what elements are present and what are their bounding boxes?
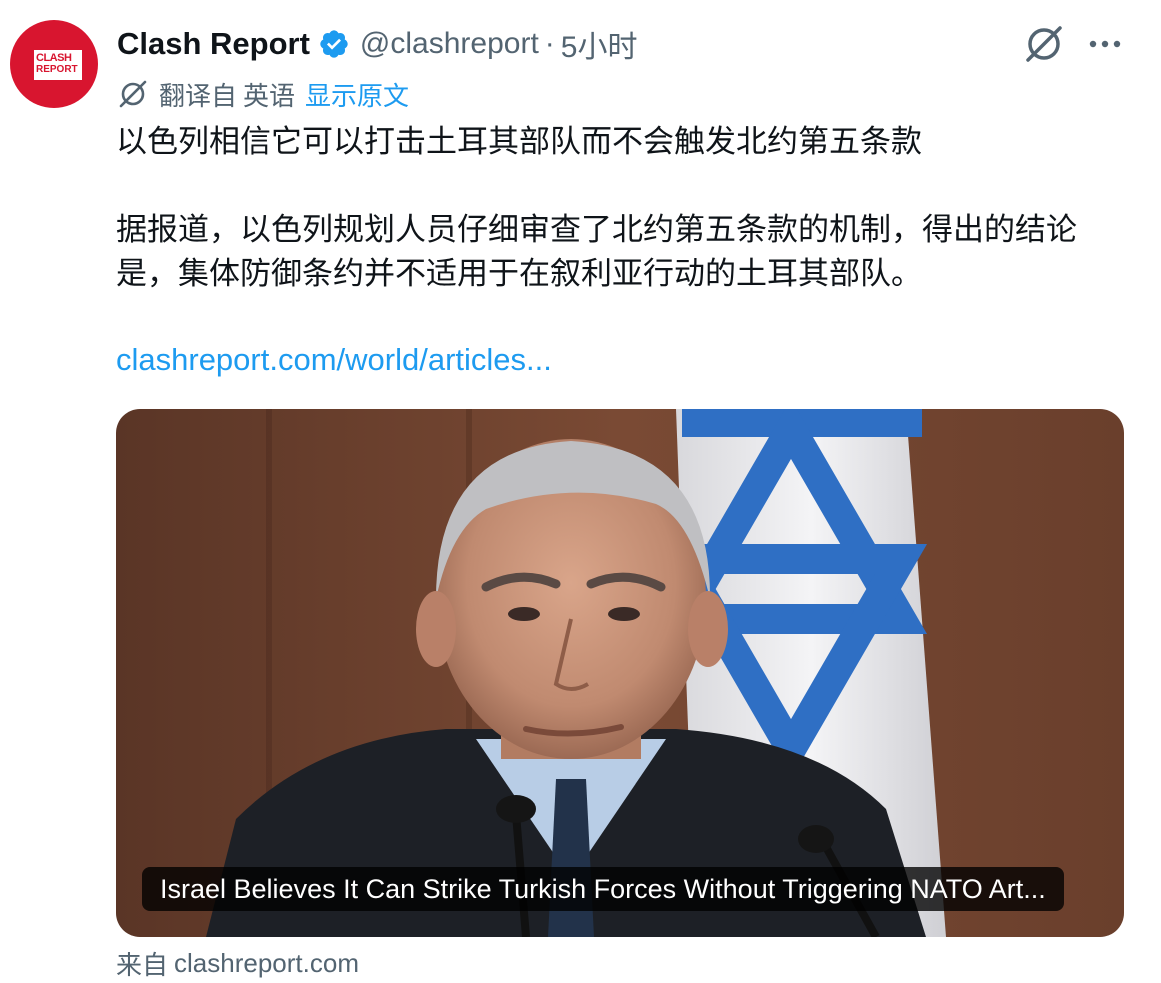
translate-icon	[119, 80, 147, 108]
avatar-logo-text-top: CLASH	[36, 52, 72, 64]
more-options-icon[interactable]	[1085, 27, 1125, 61]
avatar-logo-text-bottom: REPORT	[36, 64, 78, 75]
tweet-body: 据报道，以色列规划人员仔细审查了北约第五条款的机制，得出的结论是，集体防御条约并…	[116, 212, 1077, 292]
tweet-header: Clash Report @clashreport · 5小时	[117, 22, 637, 66]
translated-language: 英语	[243, 81, 296, 112]
source-prefix: 来自	[116, 950, 169, 981]
verified-badge-icon	[320, 30, 348, 58]
header-separator: ·	[544, 27, 555, 60]
avatar[interactable]: CLASH REPORT	[10, 20, 98, 108]
author-name[interactable]: Clash Report	[117, 26, 310, 62]
show-original-link[interactable]: 显示原文	[305, 76, 409, 113]
author-handle[interactable]: @clashreport	[360, 27, 539, 61]
source-domain[interactable]: clashreport.com	[174, 948, 359, 979]
article-photo	[116, 409, 1124, 937]
link-preview-card[interactable]: Israel Believes It Can Strike Turkish Fo…	[116, 409, 1124, 937]
card-caption: Israel Believes It Can Strike Turkish Fo…	[142, 867, 1064, 911]
grok-icon[interactable]	[1022, 22, 1066, 66]
post-time[interactable]: 5小时	[561, 22, 638, 66]
tweet-title: 以色列相信它可以打击土耳其部队而不会触发北约第五条款	[116, 124, 922, 160]
translation-bar: 翻译自 英语 显示原文	[117, 74, 409, 114]
article-link[interactable]: clashreport.com/world/articles...	[116, 338, 552, 382]
translated-from-label: 翻译自	[159, 81, 238, 112]
source-attribution: 来自 clashreport.com	[116, 943, 359, 983]
